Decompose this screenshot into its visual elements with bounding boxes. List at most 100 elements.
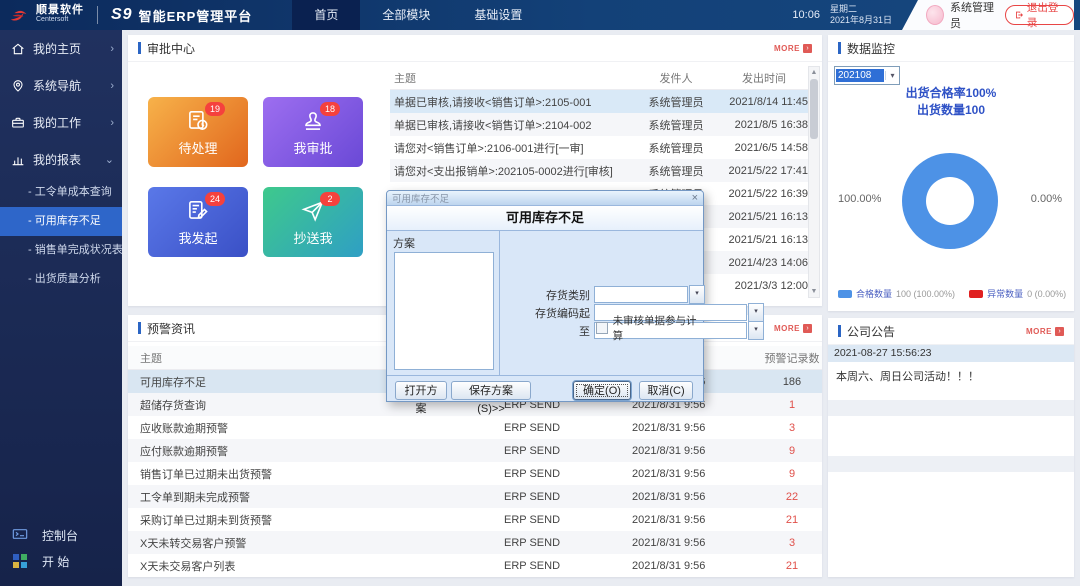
alert-row[interactable]: 采购订单已过期未到货预警 ERP SEND 2021/8/31 9:56 21: [128, 508, 822, 531]
console-button[interactable]: 控制台: [12, 522, 78, 548]
monitor-panel-title: 数据监控: [847, 41, 896, 56]
count: 9: [788, 467, 796, 480]
approval-scrollbar[interactable]: ▲ ▼: [808, 66, 820, 298]
announcement-content[interactable]: 本周六、周日公司活动！！！: [828, 362, 1074, 400]
empty-row: [828, 416, 1074, 456]
approval-row[interactable]: 单据已审核,请接收<销售订单>:2104-002 系统管理员 2021/8/5 16…: [390, 113, 812, 136]
stamp-icon: 18: [300, 101, 340, 134]
cancel-button[interactable]: 取消(C): [639, 381, 693, 400]
nav-basic-settings[interactable]: 基础设置: [452, 0, 544, 30]
tile-cc-to-me[interactable]: 2 抄送我: [263, 187, 363, 257]
empty-row: [828, 456, 1074, 472]
scroll-down-icon[interactable]: ▼: [809, 286, 819, 297]
brand-subtitle: Centersoft: [36, 16, 69, 23]
lookup-icon[interactable]: ▾: [748, 321, 764, 340]
announcement-date[interactable]: 2021-08-27 15:56:23: [828, 345, 1074, 362]
alert-row[interactable]: 工令单到期未完成预警 ERP SEND 2021/8/31 9:56 22: [128, 485, 822, 508]
sidebar: 我的主页 › 系统导航 › 我的工作 › 我的报表 ⌄ 工令单成本查询 可用库存…: [0, 30, 123, 586]
sidebar-sub-sales-completion[interactable]: 销售单完成状况表: [0, 236, 123, 265]
s9-logo: S9: [111, 6, 133, 23]
field-stock-category: 存货类别 ▾: [512, 285, 705, 304]
approval-row[interactable]: 请您对<销售订单>:2106-001进行[一审] 系统管理员 2021/6/5 14…: [390, 136, 812, 159]
nav-home[interactable]: 首页: [292, 0, 361, 30]
sidebar-item-reports[interactable]: 我的报表 ⌄: [0, 141, 122, 178]
title-accent-bar: [838, 325, 841, 337]
monitor-panel-header: 数据监控: [828, 35, 1074, 62]
checkbox-icon[interactable]: [596, 322, 608, 334]
ok-button[interactable]: 确定(O): [573, 381, 631, 400]
scrollbar-thumb[interactable]: [810, 79, 818, 139]
stock-category-input[interactable]: [594, 286, 688, 303]
approval-more-button[interactable]: MORE ›: [774, 43, 812, 53]
title-accent-bar: [838, 42, 841, 54]
sender: ERP SEND: [504, 513, 561, 526]
subject: X天未交易客户列表: [140, 560, 236, 573]
tile-pending[interactable]: 19 待处理: [148, 97, 248, 167]
legend-item-abnormal[interactable]: 异常数量 0 (0.00%): [969, 287, 1066, 300]
announcement-panel: 公司公告 MORE › 2021-08-27 15:56:23 本周六、周日公司…: [828, 318, 1074, 577]
alerts-more-button[interactable]: MORE ›: [774, 323, 812, 333]
date: 2021年8月31日: [829, 15, 892, 25]
alert-row[interactable]: 销售订单已过期未出货预警 ERP SEND 2021/8/31 9:56 9: [128, 462, 822, 485]
sidebar-item-home[interactable]: 我的主页 ›: [0, 30, 122, 67]
lookup-icon[interactable]: ▾: [689, 285, 705, 304]
logout-icon: [1016, 11, 1024, 19]
dialog-footer: 打开方案 保存方案(S)>> 确定(O) 取消(C): [387, 375, 703, 415]
checkbox-label: 未审核单据参与计算: [612, 315, 697, 342]
unaudited-checkbox-row[interactable]: 未审核单据参与计算: [596, 313, 703, 343]
count: 186: [782, 375, 802, 388]
time: 2021/8/31 9:56: [632, 421, 706, 434]
data-monitor-panel: 数据监控 202108 ▾ 出货合格率100% 出货数量100 100.00% …: [828, 35, 1074, 311]
count: 3: [788, 536, 796, 549]
logout-button[interactable]: 退出登录: [1005, 2, 1074, 29]
alert-row[interactable]: X天未交易客户列表 ERP SEND 2021/8/31 9:56 21: [128, 554, 822, 577]
subject: 销售订单已过期未出货预警: [140, 468, 272, 481]
sender: 系统管理员: [648, 165, 704, 178]
lookup-icon[interactable]: ▾: [748, 303, 764, 322]
chevron-right-icon: ›: [110, 116, 114, 129]
dialog-titlebar[interactable]: 可用库存不足 ×: [387, 191, 703, 205]
plan-listbox[interactable]: [394, 252, 494, 370]
donut-hole: [926, 177, 974, 225]
time: 2021/3/3 12:00: [734, 279, 808, 292]
sidebar-item-navigation[interactable]: 系统导航 ›: [0, 67, 122, 104]
legend-item-pass[interactable]: 合格数量 100 (100.00%): [838, 287, 955, 300]
count: 9: [788, 444, 796, 457]
tile-initiated-by-me[interactable]: 24 我发起: [148, 187, 248, 257]
alert-row[interactable]: 应付账款逾期预警 ERP SEND 2021/8/31 9:56 9: [128, 439, 822, 462]
sidebar-sub-workorder-cost[interactable]: 工令单成本查询: [0, 178, 122, 207]
tile-my-approvals[interactable]: 18 我审批: [263, 97, 363, 167]
subject: 应付账款逾期预警: [140, 445, 228, 458]
nav-all-modules[interactable]: 全部模块: [360, 0, 452, 30]
scroll-up-icon[interactable]: ▲: [809, 67, 819, 78]
pass-rate-text: 出货合格率100%: [905, 86, 997, 100]
col-subject: 主题: [394, 72, 416, 85]
pending-count-badge: 19: [205, 101, 225, 116]
col-time: 发出时间: [742, 72, 786, 85]
time: 2021/8/31 9:56: [632, 467, 706, 480]
sender: ERP SEND: [504, 490, 561, 503]
period-select[interactable]: 202108 ▾: [834, 66, 900, 85]
start-button[interactable]: 开 始: [12, 548, 78, 574]
sidebar-item-work[interactable]: 我的工作 ›: [0, 104, 122, 141]
sidebar-item-label: 系统导航: [33, 79, 82, 93]
open-plan-button[interactable]: 打开方案: [395, 381, 447, 415]
alert-row[interactable]: 应收账款逾期预警 ERP SEND 2021/8/31 9:56 3: [128, 416, 822, 439]
legend-value: 100 (100.00%): [896, 288, 956, 299]
more-label: MORE: [1026, 326, 1052, 336]
announcement-more-button[interactable]: MORE ›: [1026, 326, 1064, 336]
approval-row[interactable]: 单据已审核,请接收<销售订单>:2105-001 系统管理员 2021/8/14 1…: [390, 90, 812, 113]
user-name: 系统管理员: [950, 2, 995, 30]
start-label: 开 始: [42, 554, 70, 569]
save-plan-button[interactable]: 保存方案(S)>>: [451, 381, 531, 415]
product-title: 智能ERP管理平台: [138, 8, 253, 24]
topbar-right: 10:06 星期二 2021年8月31日 系统管理员 退出登录: [792, 0, 1080, 30]
approval-row[interactable]: 请您对<支出报销单>:202105-0002进行[审核] 系统管理员 2021/5/…: [390, 159, 812, 182]
close-icon[interactable]: ×: [692, 192, 698, 204]
more-label: MORE: [774, 323, 800, 333]
alert-row[interactable]: X天未转交易客户预警 ERP SEND 2021/8/31 9:56 3: [128, 531, 822, 554]
avatar[interactable]: [926, 5, 945, 25]
sidebar-sub-shipment-quality[interactable]: 出货质量分析: [0, 265, 122, 294]
sidebar-sub-available-stock[interactable]: 可用库存不足: [0, 207, 122, 236]
logout-label: 退出登录: [1026, 2, 1059, 29]
